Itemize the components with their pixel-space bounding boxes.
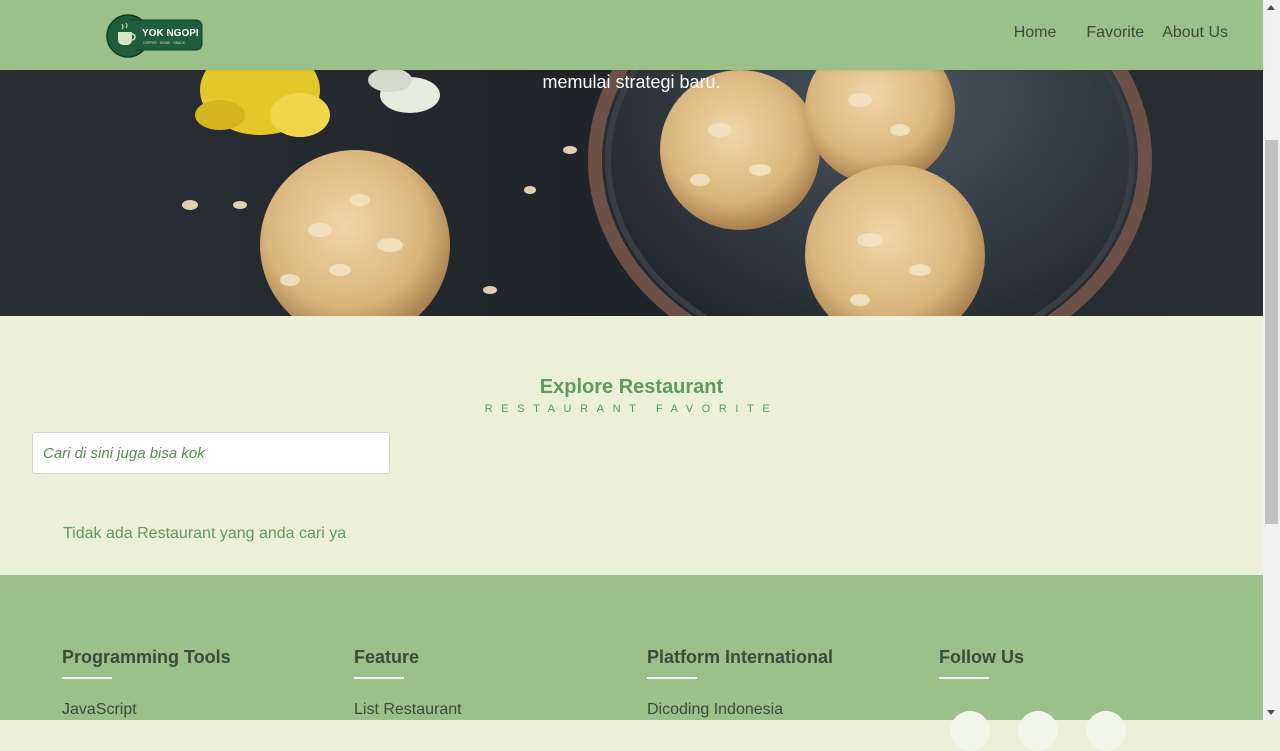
footer-link-javascript[interactable]: JavaScript — [62, 701, 231, 719]
heading-underline — [939, 677, 989, 679]
social-icon-2[interactable] — [1018, 711, 1058, 751]
footer-column-follow-us: Follow Us — [939, 647, 1024, 679]
footer-column-feature: Feature List Restaurant — [354, 647, 462, 719]
explore-section: Explore Restaurant RESTAURANT FAVORITE T… — [0, 316, 1263, 575]
nav-home[interactable]: Home — [1014, 22, 1057, 44]
site-header: YOK NGOPI COFFEE · DRINK · SNACK Home Fa… — [0, 0, 1263, 70]
logo-image: YOK NGOPI COFFEE · DRINK · SNACK — [106, 14, 203, 58]
footer-heading: Follow Us — [939, 647, 1024, 667]
scroll-down-arrow-icon[interactable] — [1267, 710, 1275, 715]
social-icon-3[interactable] — [1086, 711, 1126, 751]
site-footer: Programming Tools JavaScript Feature Lis… — [0, 575, 1263, 751]
footer-heading: Feature — [354, 647, 420, 667]
heading-underline — [647, 677, 697, 679]
search-input[interactable] — [32, 432, 390, 474]
hero-text: memulai strategi baru. — [542, 72, 721, 92]
footer-link-dicoding-indonesia[interactable]: Dicoding Indonesia — [647, 701, 833, 719]
footer-heading: Platform International — [647, 647, 834, 667]
scrollbar-thumb[interactable] — [1265, 140, 1278, 524]
explore-subtitle: RESTAURANT FAVORITE — [484, 403, 779, 415]
logo-text: YOK NGOPI — [142, 28, 199, 39]
empty-result-message: Tidak ada Restaurant yang anda cari ya — [63, 525, 347, 542]
page-scrollbar[interactable] — [1263, 0, 1280, 720]
social-icon-1[interactable] — [950, 711, 990, 751]
main-nav: Home Favorite About Us — [1014, 22, 1228, 44]
footer-heading: Programming Tools — [62, 647, 231, 667]
logo-tagline: COFFEE · DRINK · SNACK — [143, 41, 186, 45]
scroll-up-arrow-icon[interactable] — [1267, 5, 1275, 10]
explore-title: Explore Restaurant — [539, 376, 724, 398]
nav-about-us[interactable]: About Us — [1162, 22, 1228, 44]
site-logo[interactable]: YOK NGOPI COFFEE · DRINK · SNACK — [106, 14, 203, 58]
hero-image — [0, 70, 1263, 316]
footer-column-platform-international: Platform International Dicoding Indonesi… — [647, 647, 833, 719]
nav-favorite[interactable]: Favorite — [1086, 22, 1144, 44]
hero-banner: memulai strategi baru. — [0, 70, 1263, 316]
footer-link-list-restaurant[interactable]: List Restaurant — [354, 701, 462, 719]
heading-underline — [354, 677, 404, 679]
footer-column-programming-tools: Programming Tools JavaScript — [62, 647, 231, 719]
heading-underline — [62, 677, 112, 679]
